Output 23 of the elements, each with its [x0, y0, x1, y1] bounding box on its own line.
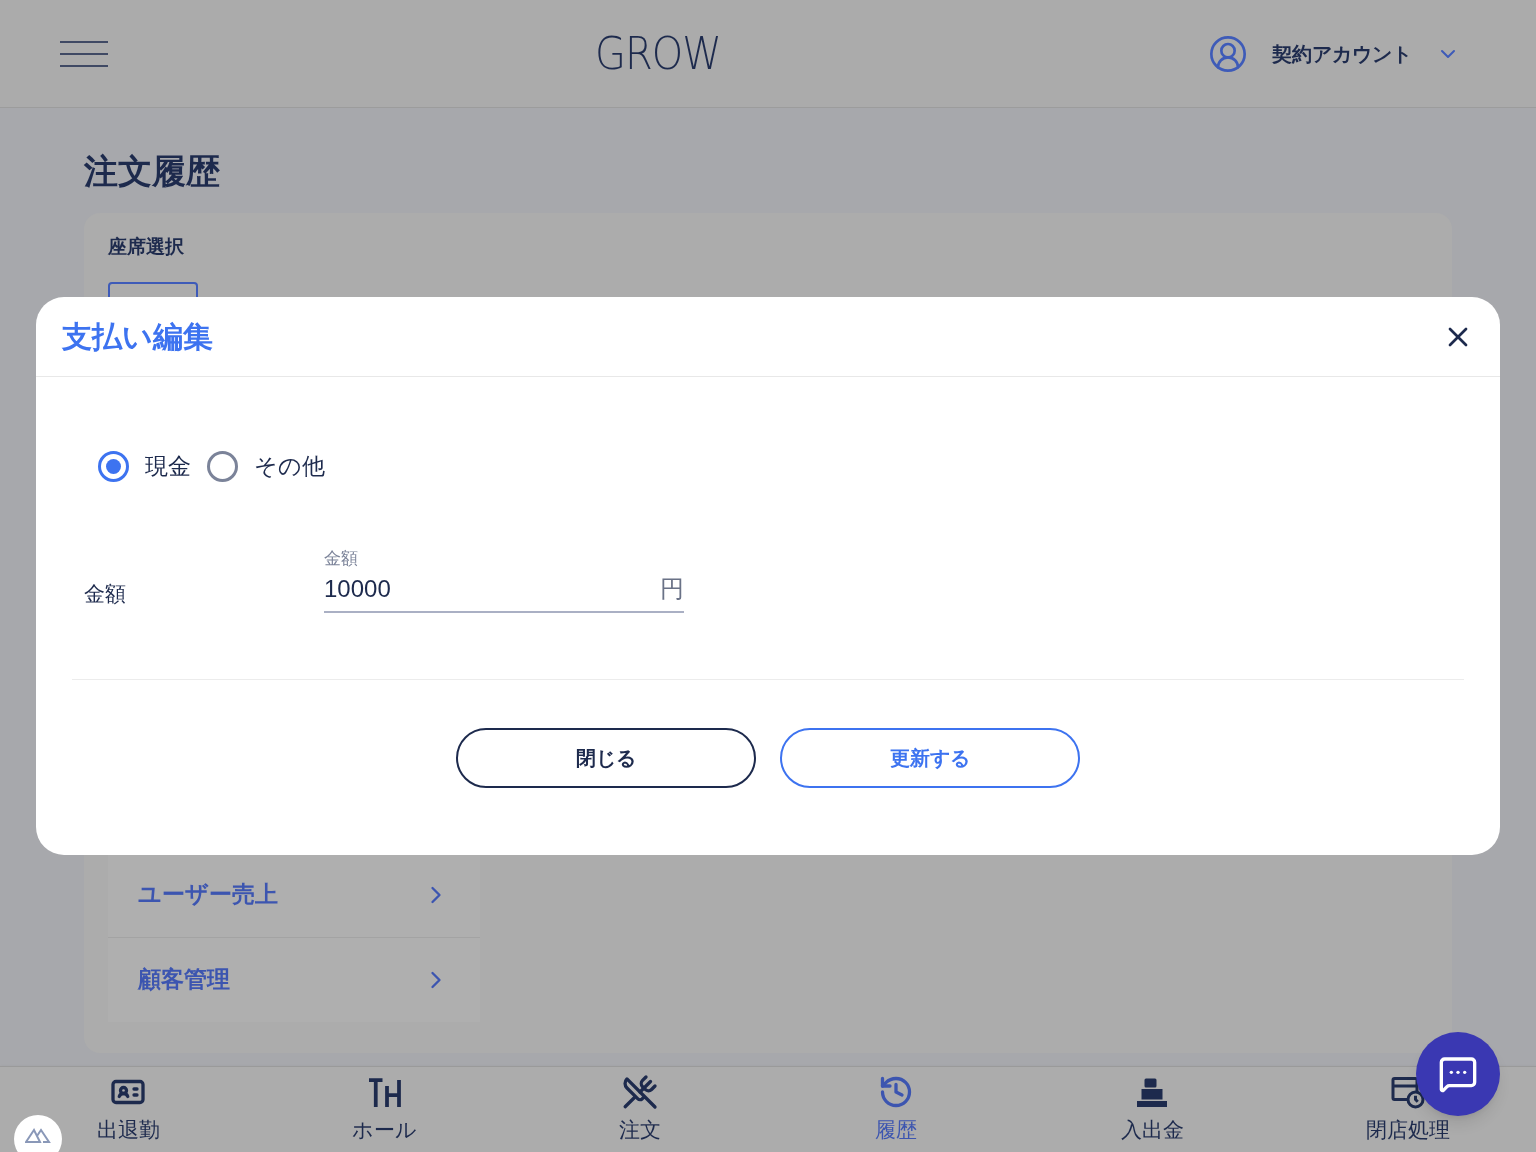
amount-field[interactable]: 金額 10000 円 — [324, 545, 684, 613]
nav-tab[interactable]: ホール — [256, 1067, 512, 1152]
dialog-button[interactable]: 閉じる — [456, 728, 756, 788]
chat-icon — [1438, 1054, 1478, 1094]
radio-button[interactable] — [98, 450, 129, 482]
nav-tab[interactable]: 注文 — [512, 1067, 768, 1152]
nav-tab[interactable]: 入出金 — [1024, 1067, 1280, 1152]
dialog-button[interactable]: 更新する — [780, 728, 1080, 788]
mountain-logo-icon — [25, 1127, 51, 1143]
radio-option[interactable]: 現金 — [98, 449, 191, 484]
dialog-title: 支払い編集 — [62, 319, 213, 355]
account-icon[interactable] — [1208, 33, 1248, 74]
nav-tab[interactable]: 出退勤 — [0, 1067, 256, 1152]
section-label: 座席選択 — [108, 235, 185, 259]
radio-button[interactable] — [207, 450, 238, 482]
menu-icon[interactable] — [60, 39, 108, 68]
app-logo: GROW — [595, 27, 721, 81]
cutlery-icon — [622, 1073, 658, 1110]
radio-option[interactable]: その他 — [207, 449, 325, 484]
amount-label: 金額 — [84, 580, 127, 607]
account-name[interactable]: 契約アカウント — [1272, 38, 1412, 69]
nav-tab[interactable]: 閉店処理 — [1280, 1067, 1536, 1152]
page-title: 注文履歴 — [84, 151, 221, 192]
